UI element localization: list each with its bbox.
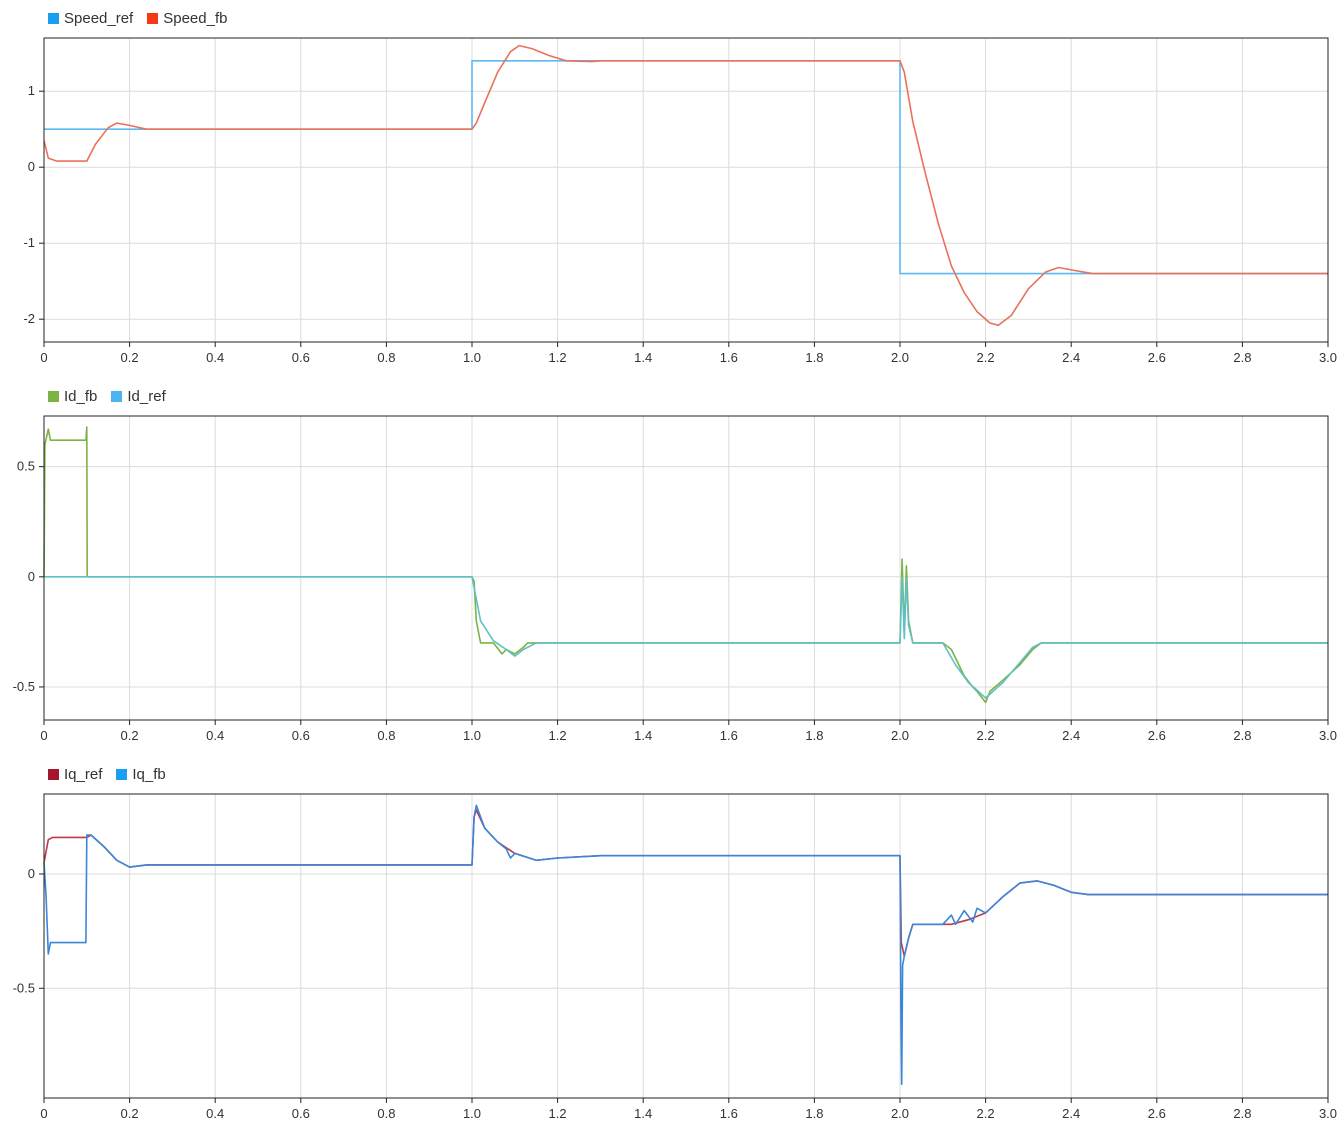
x-tick-label: 1.8: [805, 1106, 823, 1121]
x-tick-label: 1.2: [549, 1106, 567, 1121]
x-tick-label: 2.0: [891, 350, 909, 365]
x-tick-label: 2.0: [891, 1106, 909, 1121]
x-tick-label: 2.8: [1233, 350, 1251, 365]
x-tick-label: 0.4: [206, 728, 224, 743]
x-tick-label: 2.4: [1062, 350, 1080, 365]
y-tick-label: -1: [23, 235, 35, 250]
x-tick-label: 0.6: [292, 350, 310, 365]
x-tick-label: 2.8: [1233, 728, 1251, 743]
iq-chart-panel: Iq_ref Iq_fb 0 0.2 0.4 0.6 0.8 1.0 1.2 1.4 1.6 1.…: [0, 762, 1341, 1128]
y-tick-label: -2: [23, 311, 35, 326]
y-tick-label: 0: [28, 569, 35, 584]
x-tick-label: 1.8: [805, 728, 823, 743]
x-tick-label: 0: [40, 1106, 47, 1121]
x-tick-label: 0.6: [292, 728, 310, 743]
x-tick-label: 2.6: [1148, 1106, 1166, 1121]
x-tick-label: 2.8: [1233, 1106, 1251, 1121]
x-tick-label: 0.2: [121, 350, 139, 365]
x-tick-label: 1.0: [463, 350, 481, 365]
x-tick-label: 0.6: [292, 1106, 310, 1121]
x-tick-label: 0.8: [377, 1106, 395, 1121]
x-tick-label: 2.4: [1062, 728, 1080, 743]
x-tick-label: 3.0: [1319, 728, 1337, 743]
x-tick-label: 1.0: [463, 728, 481, 743]
x-tick-label: 0.2: [121, 728, 139, 743]
x-tick-label: 1.4: [634, 350, 652, 365]
speed-fb-line: [43, 44, 1328, 327]
plot-frame: [43, 415, 1329, 721]
x-tick-label: 0.4: [206, 1106, 224, 1121]
x-tick-label: 1.6: [720, 1106, 738, 1121]
id-chart-panel: Id_fb Id_ref 0 0.2 0.4 0.6 0.8 1.0 1.2 1.4 1.6 1.…: [0, 384, 1341, 750]
id-ref-line: [44, 576, 1328, 699]
speed-chart-plot[interactable]: 0 0.2 0.4 0.6 0.8 1.0 1.2 1.4 1.6 1.8 2.0 2.2 2.4 2.6…: [0, 6, 1341, 372]
x-tick-label: 1.8: [805, 350, 823, 365]
x-tick-label: 1.4: [634, 728, 652, 743]
x-tick-label: 2.2: [977, 728, 995, 743]
y-tick-label: 0: [28, 866, 35, 881]
x-tick-label: 0.2: [121, 1106, 139, 1121]
iq-chart-plot[interactable]: 0 0.2 0.4 0.6 0.8 1.0 1.2 1.4 1.6 1.8 2.0 2.2 2.4 2.6…: [0, 762, 1341, 1128]
x-tick-label: 1.0: [463, 1106, 481, 1121]
id-chart-plot[interactable]: 0 0.2 0.4 0.6 0.8 1.0 1.2 1.4 1.6 1.8 2.0 2.2 2.4 2.6…: [0, 384, 1341, 750]
iq-fb-line: [43, 804, 1328, 1086]
id-fb-line: [43, 426, 1328, 704]
x-tick-label: 1.4: [634, 1106, 652, 1121]
x-tick-label: 2.6: [1148, 728, 1166, 743]
y-tick-label: -0.5: [13, 980, 35, 995]
x-tick-label: 1.2: [549, 728, 567, 743]
plot-frame: [43, 793, 1329, 1099]
x-tick-label: 1.6: [720, 728, 738, 743]
y-tick-label: -0.5: [13, 679, 35, 694]
x-tick-label: 2.0: [891, 728, 909, 743]
y-tick-label: 0.5: [17, 459, 35, 474]
x-tick-label: 2.6: [1148, 350, 1166, 365]
x-tick-label: 0.4: [206, 350, 224, 365]
plot-frame: [43, 37, 1329, 343]
x-tick-label: 3.0: [1319, 350, 1337, 365]
iq-ref-line: [43, 809, 1328, 958]
y-tick-label: 1: [28, 83, 35, 98]
x-tick-label: 3.0: [1319, 1106, 1337, 1121]
x-tick-label: 2.4: [1062, 1106, 1080, 1121]
speed-chart-panel: Speed_ref Speed_fb 0 0.2 0.4 0.6 0.8 1.0 1.2 1.…: [0, 6, 1341, 372]
x-tick-label: 0.8: [377, 728, 395, 743]
x-tick-label: 0.8: [377, 350, 395, 365]
x-tick-label: 2.2: [977, 350, 995, 365]
y-tick-label: 0: [28, 159, 35, 174]
x-tick-label: 0: [40, 728, 47, 743]
x-tick-label: 1.2: [549, 350, 567, 365]
x-tick-label: 2.2: [977, 1106, 995, 1121]
x-tick-label: 1.6: [720, 350, 738, 365]
x-tick-label: 0: [40, 350, 47, 365]
